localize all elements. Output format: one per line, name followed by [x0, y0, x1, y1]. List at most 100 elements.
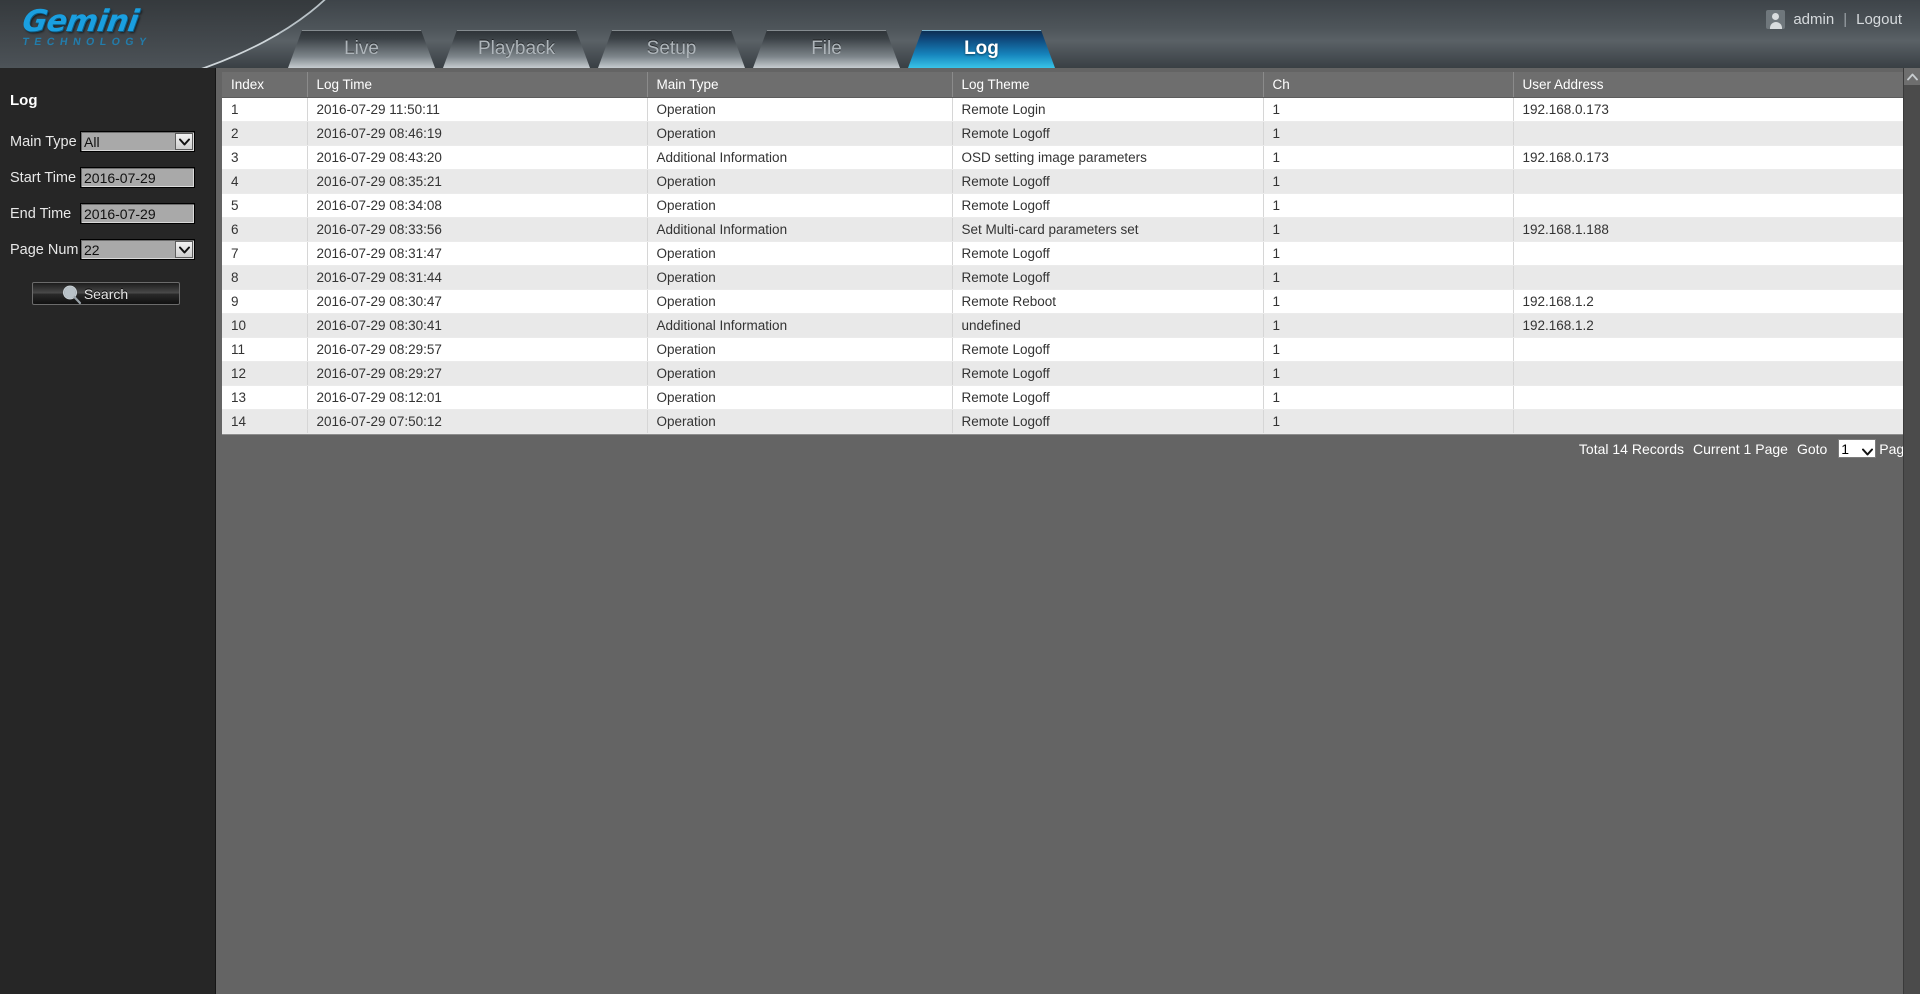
col-header-ch[interactable]: Ch [1263, 72, 1514, 98]
cell-log-theme: OSD setting image parameters [952, 145, 1264, 170]
search-button[interactable]: Search [32, 282, 180, 305]
field-end-time: End Time [10, 203, 215, 224]
main-nav-tabs: Live Playback Setup File Log [288, 30, 1063, 68]
table-row[interactable]: 11 2016-07-29 08:29:57 Operation Remote Log… [222, 337, 1914, 362]
cell-log-time: 2016-07-29 08:31:44 [307, 265, 648, 290]
cell-log-time: 2016-07-29 08:34:08 [307, 193, 648, 218]
content-area: Index Log Time Main Type Log Theme Ch Us… [217, 68, 1920, 994]
cell-ch: 1 [1263, 121, 1514, 146]
total-records-label: Total 14 Records [1578, 440, 1684, 457]
cell-main-type: Operation [647, 121, 953, 146]
cell-user-address: 192.168.0.173 [1513, 145, 1914, 170]
cell-index: 1 [222, 97, 308, 122]
cell-ch: 1 [1263, 361, 1514, 386]
cell-ch: 1 [1263, 145, 1514, 170]
cell-index: 2 [222, 121, 308, 146]
cell-index: 4 [222, 169, 308, 194]
cell-log-time: 2016-07-29 08:35:21 [307, 169, 648, 194]
cell-user-address [1513, 121, 1914, 146]
table-row[interactable]: 1 2016-07-29 11:50:11 Operation Remote Logi… [222, 97, 1914, 122]
cell-ch: 1 [1263, 169, 1514, 194]
table-row[interactable]: 3 2016-07-29 08:43:20 Additional Informati… [222, 145, 1914, 170]
page-num-select[interactable]: 22 [80, 239, 195, 260]
goto-page-select[interactable]: 1 [1838, 439, 1877, 458]
cell-ch: 1 [1263, 409, 1514, 434]
cell-log-time: 2016-07-29 11:50:11 [307, 97, 648, 122]
cell-user-address [1513, 193, 1914, 218]
cell-main-type: Additional Information [647, 145, 953, 170]
chevron-up-icon [1907, 68, 1918, 86]
sidebar-title: Log [10, 92, 38, 109]
table-row[interactable]: 9 2016-07-29 08:30:47 Operation Remote Rebo… [222, 289, 1914, 314]
cell-ch: 1 [1263, 337, 1514, 362]
cell-main-type: Operation [647, 409, 953, 434]
col-header-index[interactable]: Index [222, 72, 308, 98]
cell-index: 12 [222, 361, 308, 386]
table-row[interactable]: 6 2016-07-29 08:33:56 Additional Informati… [222, 217, 1914, 242]
tab-setup-label: Setup [646, 38, 697, 59]
tab-live[interactable]: Live [288, 30, 435, 68]
user-area: admin | Logout [1766, 10, 1902, 29]
tab-playback[interactable]: Playback [443, 30, 590, 68]
logout-link[interactable]: Logout [1856, 11, 1902, 28]
vertical-scrollbar[interactable] [1903, 68, 1920, 994]
table-row[interactable]: 5 2016-07-29 08:34:08 Operation Remote Logo… [222, 193, 1914, 218]
cell-log-theme: Remote Logoff [952, 265, 1264, 290]
brand-name: Gemini [19, 4, 141, 39]
table-row[interactable]: 14 2016-07-29 07:50:12 Operation Remote Log… [222, 409, 1914, 434]
cell-user-address: 192.168.1.2 [1513, 289, 1914, 314]
cell-ch: 1 [1263, 265, 1514, 290]
log-table-container: Index Log Time Main Type Log Theme Ch Us… [222, 72, 1914, 435]
cell-user-address: 192.168.1.188 [1513, 217, 1914, 242]
end-time-input[interactable] [80, 203, 195, 224]
cell-log-time: 2016-07-29 07:50:12 [307, 409, 648, 434]
cell-log-theme: undefined [952, 313, 1264, 338]
col-header-log-theme[interactable]: Log Theme [952, 72, 1264, 98]
cell-user-address: 192.168.1.2 [1513, 313, 1914, 338]
cell-user-address [1513, 241, 1914, 266]
col-header-user-address[interactable]: User Address [1513, 72, 1914, 98]
cell-ch: 1 [1263, 241, 1514, 266]
current-page-label: Current 1 Page [1692, 440, 1788, 457]
cell-log-time: 2016-07-29 08:29:27 [307, 361, 648, 386]
scroll-up-button[interactable] [1904, 68, 1920, 85]
cell-index: 9 [222, 289, 308, 314]
table-row[interactable]: 13 2016-07-29 08:12:01 Operation Remote Log… [222, 385, 1914, 410]
user-separator: | [1843, 11, 1848, 28]
cell-log-time: 2016-07-29 08:43:20 [307, 145, 648, 170]
table-row[interactable]: 10 2016-07-29 08:30:41 Additional Informat… [222, 313, 1914, 338]
table-row[interactable]: 12 2016-07-29 08:29:27 Operation Remote Log… [222, 361, 1914, 386]
field-start-time: Start Time [10, 167, 215, 188]
cell-main-type: Operation [647, 169, 953, 194]
table-row[interactable]: 4 2016-07-29 08:35:21 Operation Remote Logo… [222, 169, 1914, 194]
table-row[interactable]: 8 2016-07-29 08:31:44 Operation Remote Logo… [222, 265, 1914, 290]
cell-main-type: Operation [647, 241, 953, 266]
brand-logo: Gemini TECHNOLOGY [19, 4, 158, 48]
cell-log-time: 2016-07-29 08:29:57 [307, 337, 648, 362]
main-type-select[interactable]: All [80, 131, 195, 152]
tab-file-label: File [811, 38, 842, 59]
cell-user-address [1513, 361, 1914, 386]
cell-log-theme: Remote Logoff [952, 193, 1264, 218]
cell-log-theme: Remote Reboot [952, 289, 1264, 314]
goto-label: Goto [1796, 440, 1828, 457]
tab-log[interactable]: Log [908, 30, 1055, 68]
start-time-input[interactable] [80, 167, 195, 188]
username-label: admin [1793, 11, 1835, 28]
col-header-log-time[interactable]: Log Time [307, 72, 648, 98]
table-row[interactable]: 2 2016-07-29 08:46:19 Operation Remote Logo… [222, 121, 1914, 146]
page-num-label: Page Num [10, 241, 79, 258]
col-header-main-type[interactable]: Main Type [647, 72, 953, 98]
cell-main-type: Operation [647, 337, 953, 362]
table-header-row: Index Log Time Main Type Log Theme Ch Us… [222, 72, 1914, 98]
table-row[interactable]: 7 2016-07-29 08:31:47 Operation Remote Logo… [222, 241, 1914, 266]
cell-log-theme: Remote Logoff [952, 385, 1264, 410]
cell-main-type: Operation [647, 193, 953, 218]
cell-index: 7 [222, 241, 308, 266]
magnifier-icon [61, 284, 82, 305]
tab-setup[interactable]: Setup [598, 30, 745, 68]
user-avatar-icon [1766, 10, 1786, 29]
cell-index: 10 [222, 313, 308, 338]
tab-file[interactable]: File [753, 30, 900, 68]
cell-log-theme: Set Multi-card parameters set [952, 217, 1264, 242]
